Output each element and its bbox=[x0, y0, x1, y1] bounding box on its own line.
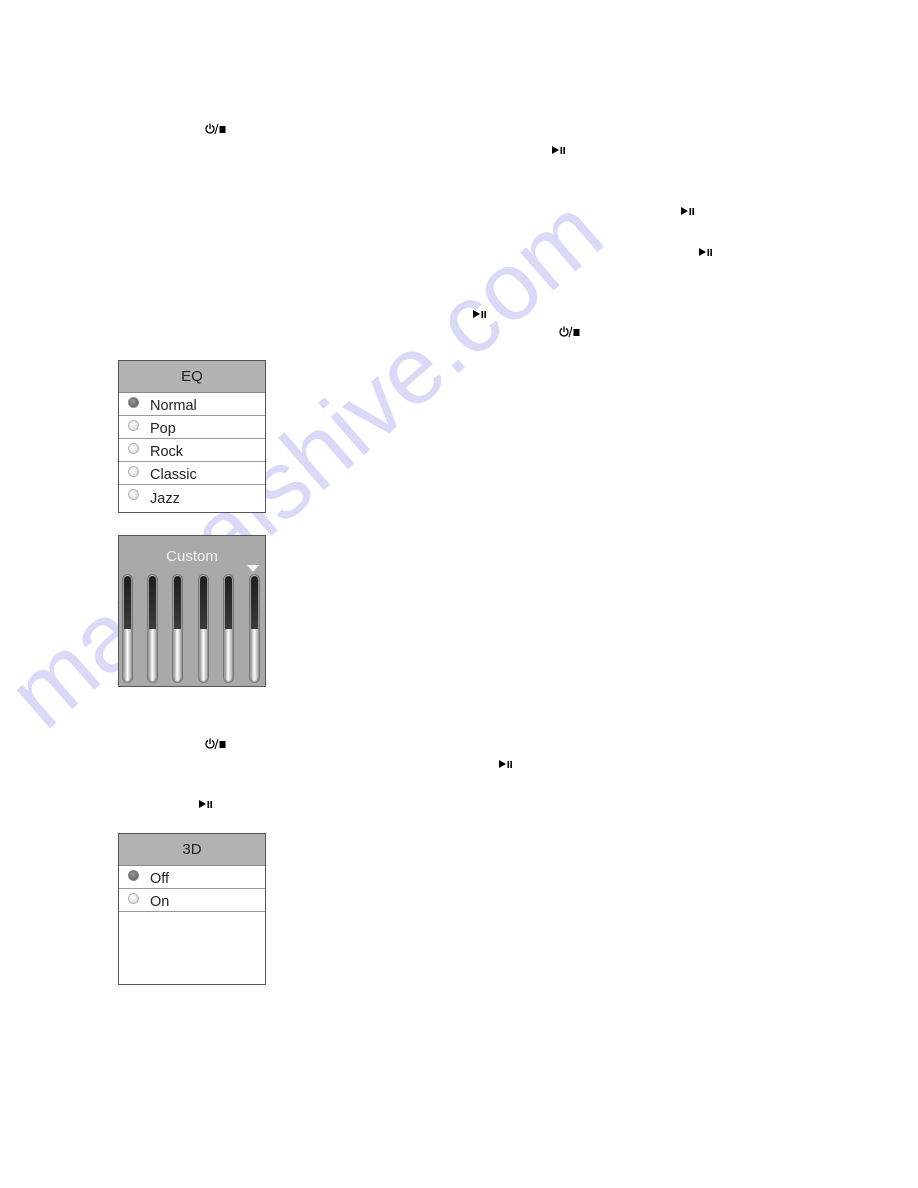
option-label: Pop bbox=[150, 421, 176, 437]
3d-menu-title: 3D bbox=[119, 834, 265, 866]
option-label: Jazz bbox=[150, 491, 180, 507]
slider-track bbox=[174, 576, 181, 681]
eq-option-rock[interactable]: Rock bbox=[119, 439, 265, 462]
play-pause-icon bbox=[552, 144, 566, 156]
play-pause-icon bbox=[473, 308, 487, 320]
eq-option-jazz[interactable]: Jazz bbox=[119, 485, 265, 508]
eq-menu-title: EQ bbox=[119, 361, 265, 393]
3d-option-off[interactable]: Off bbox=[119, 866, 265, 889]
eq-option-classic[interactable]: Classic bbox=[119, 462, 265, 485]
3d-option-on[interactable]: On bbox=[119, 889, 265, 912]
eq-option-normal[interactable]: Normal bbox=[119, 393, 265, 416]
power-stop-icon bbox=[204, 738, 228, 750]
slider-fill bbox=[251, 628, 258, 681]
power-stop-icon bbox=[204, 123, 228, 135]
radio-unselected-icon[interactable] bbox=[128, 489, 139, 500]
option-label: Off bbox=[150, 871, 170, 887]
eq-band-sliders bbox=[122, 574, 262, 683]
option-label: Rock bbox=[150, 444, 184, 460]
eq-band-slider-4[interactable] bbox=[198, 574, 209, 683]
play-pause-icon bbox=[699, 246, 713, 258]
radio-unselected-icon[interactable] bbox=[128, 420, 139, 431]
slider-fill bbox=[124, 628, 131, 681]
custom-eq-title: Custom bbox=[166, 548, 218, 565]
watermark: manualshive.com bbox=[0, 177, 623, 749]
custom-eq-panel: Custom bbox=[118, 535, 266, 687]
radio-unselected-icon[interactable] bbox=[128, 443, 139, 454]
slider-fill bbox=[174, 628, 181, 681]
option-label: Classic bbox=[150, 467, 197, 483]
play-pause-icon bbox=[681, 205, 695, 217]
slider-fill bbox=[149, 628, 156, 681]
power-stop-icon bbox=[558, 326, 582, 338]
eq-band-slider-2[interactable] bbox=[147, 574, 158, 683]
radio-unselected-icon[interactable] bbox=[128, 466, 139, 477]
eq-menu: EQ Normal Pop Rock Classic Jazz bbox=[118, 360, 266, 513]
slider-fill bbox=[225, 628, 232, 681]
slider-track bbox=[225, 576, 232, 681]
radio-selected-icon[interactable] bbox=[128, 870, 139, 881]
slider-track bbox=[251, 576, 258, 681]
slider-track bbox=[200, 576, 207, 681]
slider-track bbox=[149, 576, 156, 681]
radio-unselected-icon[interactable] bbox=[128, 893, 139, 904]
play-pause-icon bbox=[199, 798, 213, 810]
eq-band-slider-6[interactable] bbox=[249, 574, 260, 683]
eq-band-slider-3[interactable] bbox=[172, 574, 183, 683]
slider-track bbox=[124, 576, 131, 681]
eq-band-slider-1[interactable] bbox=[122, 574, 133, 683]
eq-band-slider-5[interactable] bbox=[223, 574, 234, 683]
down-triangle-icon bbox=[247, 565, 259, 572]
option-label: Normal bbox=[150, 398, 197, 414]
eq-option-pop[interactable]: Pop bbox=[119, 416, 265, 439]
radio-selected-icon[interactable] bbox=[128, 397, 139, 408]
option-label: On bbox=[150, 894, 170, 910]
3d-menu: 3D Off On bbox=[118, 833, 266, 985]
play-pause-icon bbox=[499, 758, 513, 770]
slider-fill bbox=[200, 628, 207, 681]
